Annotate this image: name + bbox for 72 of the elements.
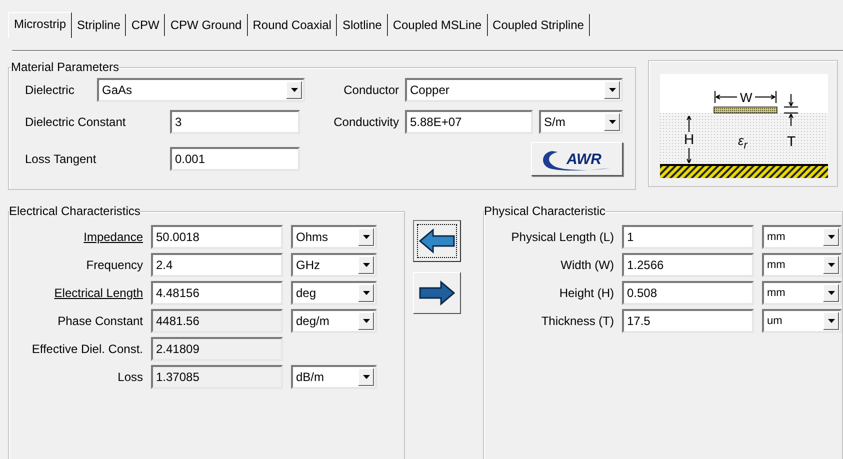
tab[interactable]: Round Coaxial [248,14,338,36]
caret-icon [608,88,616,92]
field-label: Physical Length (L) [510,230,614,244]
input-field[interactable]: 0.508 [622,281,754,305]
caret-icon [608,120,616,124]
input-field[interactable]: 17.5 [622,309,754,333]
left-arrow-button[interactable] [413,220,461,262]
right-arrow-icon [419,280,455,306]
dropdown[interactable]: Ohms [291,225,377,249]
tab[interactable]: CPW [126,14,166,36]
dropdown[interactable]: dB/m [291,365,377,389]
field-label: Impedance [82,230,143,244]
tab[interactable]: Coupled Stripline [488,14,590,36]
caret-icon [362,375,370,379]
field-label: Conductor [342,83,400,97]
field-label: Loss [116,370,143,384]
dimension-label: T [787,134,796,148]
caret-icon [828,319,834,323]
input-field[interactable]: 1 [622,225,754,249]
input-field[interactable]: 0.001 [170,147,300,171]
dropdown[interactable]: deg/m [291,309,377,333]
dimension-label: W [740,91,752,104]
field-label: Conductivity [332,115,400,129]
field-label: Frequency [85,258,143,272]
group-title: Material Parameters [11,60,120,74]
field-label: Loss Tangent [25,152,98,166]
dropdown[interactable]: mm [762,253,842,277]
caret-icon [828,235,834,239]
dropdown[interactable]: um [762,309,842,333]
caret-icon [362,235,370,239]
caret-icon [828,263,834,267]
field-label: Electrical Length [53,286,143,300]
caret-icon [828,291,834,295]
caret-icon [362,291,370,295]
caret-icon [362,319,370,323]
input-field[interactable]: 2.4 [151,253,283,277]
field-label: Height (H) [558,286,614,300]
dropdown[interactable]: mm [762,281,842,305]
left-arrow-icon [419,228,455,254]
input-field[interactable]: 5.88E+07 [405,110,533,134]
field-label: Effective Diel. Const. [30,342,143,356]
dropdown[interactable]: Copper [405,78,623,102]
input-field[interactable]: 2.41809 [151,337,283,361]
tab[interactable]: Microstrip [8,12,72,38]
dimension-label: ε$_{r}$ [738,134,748,152]
field-label: Dielectric Constant [25,115,127,129]
dropdown[interactable]: S/m [539,110,623,134]
input-field[interactable]: 4.48156 [151,281,283,305]
field-label: Thickness (T) [540,314,614,328]
input-field[interactable]: 4481.56 [151,309,283,333]
group-title: Electrical Characteristics [9,204,140,218]
tab[interactable]: Stripline [72,14,126,36]
caret-icon [362,263,370,267]
dimension-label: H [684,132,694,146]
field-label: Phase Constant [56,314,143,328]
group-title: Physical Characteristic [484,204,606,218]
input-field[interactable]: 1.37085 [151,365,283,389]
input-field[interactable]: 50.0018 [151,225,283,249]
caret-icon [290,88,298,92]
tab[interactable]: Slotline [337,14,388,36]
input-field[interactable]: 1.2566 [622,253,754,277]
tab[interactable]: Coupled MSLine [388,14,488,36]
awr-button[interactable]: AWR [531,142,623,176]
dropdown[interactable]: GaAs [97,78,305,102]
right-arrow-button[interactable] [413,272,461,314]
dropdown[interactable]: GHz [291,253,377,277]
dropdown[interactable]: mm [762,225,842,249]
field-label: Dielectric [25,83,76,97]
dropdown[interactable]: deg [291,281,377,305]
tab[interactable]: CPW Ground [165,14,248,36]
input-field[interactable]: 3 [170,110,300,134]
field-label: Width (W) [560,258,614,272]
